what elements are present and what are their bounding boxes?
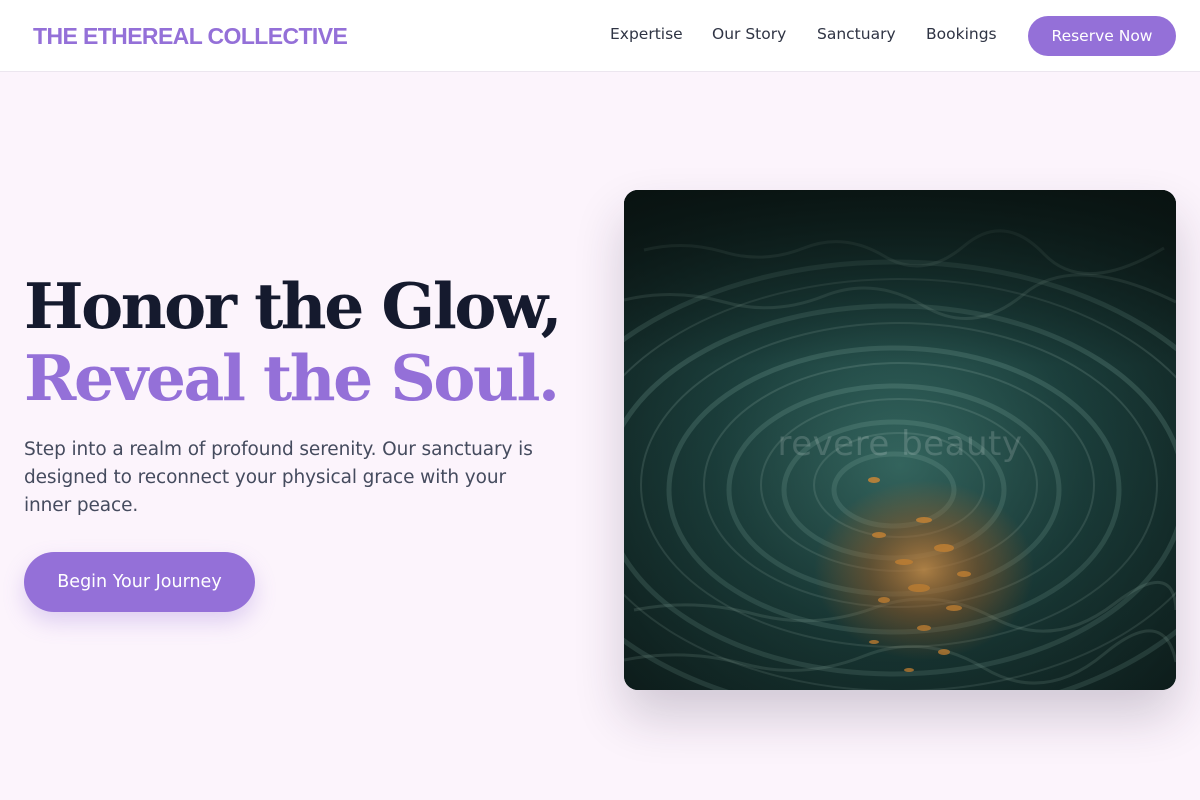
begin-journey-button[interactable]: Begin Your Journey (24, 552, 255, 612)
nav-link-sanctuary[interactable]: Sanctuary (817, 24, 896, 44)
hero-image: revere beauty (624, 190, 1176, 690)
image-watermark: revere beauty (777, 424, 1023, 464)
hero-headline: Honor the Glow, Reveal the Soul. (24, 269, 563, 415)
site-header: THE ETHEREAL COLLECTIVE Expertise Our St… (0, 0, 1200, 72)
hero-headline-line-1: Honor the Glow, (24, 269, 563, 343)
hero-description: Step into a realm of profound serenity. … (24, 439, 533, 516)
nav-link-bookings[interactable]: Bookings (926, 24, 997, 44)
hero-headline-line-2: Reveal the Soul. (24, 341, 560, 415)
nav-link-expertise[interactable]: Expertise (610, 24, 683, 44)
brand-logo[interactable]: THE ETHEREAL COLLECTIVE (33, 22, 348, 50)
nav-link-our-story[interactable]: Our Story (712, 24, 786, 44)
reserve-now-button[interactable]: Reserve Now (1028, 16, 1176, 56)
